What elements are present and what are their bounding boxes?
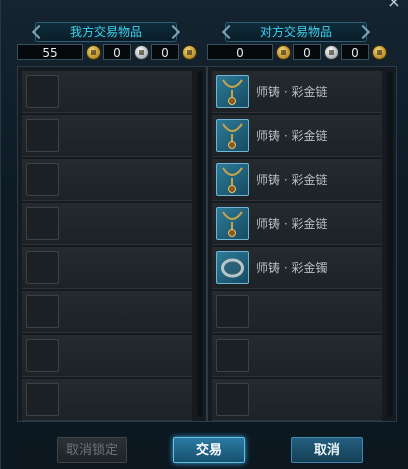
item-name: 师铸 · 彩金链 xyxy=(256,173,328,187)
their-money-row: 0 0 0 xyxy=(207,44,397,62)
empty-slot[interactable] xyxy=(26,207,59,240)
necklace-icon[interactable] xyxy=(216,75,249,108)
my-item-row[interactable] xyxy=(22,71,192,113)
my-item-row[interactable] xyxy=(22,335,192,377)
bracelet-icon[interactable] xyxy=(216,251,249,284)
gold-coin-icon xyxy=(277,46,290,59)
my-money-row: 55 0 0 xyxy=(17,44,207,62)
their-item-list: 师铸 · 彩金链 师铸 · 彩金链 师铸 · 彩金链 师铸 · 彩金链 师铸 ·… xyxy=(207,66,397,422)
their-gold-value: 0 xyxy=(207,44,273,60)
empty-slot[interactable] xyxy=(26,251,59,284)
my-copper-input[interactable]: 0 xyxy=(151,44,179,60)
their-copper-value: 0 xyxy=(341,44,369,60)
their-item-row[interactable]: 师铸 · 彩金镯 xyxy=(212,247,382,289)
empty-slot[interactable] xyxy=(26,295,59,328)
gold-coin-icon xyxy=(87,46,100,59)
item-name: 师铸 · 彩金链 xyxy=(256,129,328,143)
their-silver-value: 0 xyxy=(293,44,321,60)
empty-slot[interactable] xyxy=(216,383,249,416)
my-item-row[interactable] xyxy=(22,379,192,421)
my-item-row[interactable] xyxy=(22,115,192,157)
silver-coin-icon xyxy=(325,46,338,59)
silver-coin-icon xyxy=(135,46,148,59)
unlock-button[interactable]: 取消锁定 xyxy=(57,437,127,463)
their-item-row[interactable] xyxy=(212,335,382,377)
their-item-row[interactable] xyxy=(212,291,382,333)
necklace-icon[interactable] xyxy=(216,119,249,152)
their-item-row[interactable]: 师铸 · 彩金链 xyxy=(212,115,382,157)
necklace-icon[interactable] xyxy=(216,163,249,196)
empty-slot[interactable] xyxy=(26,383,59,416)
empty-slot[interactable] xyxy=(216,295,249,328)
empty-slot[interactable] xyxy=(26,75,59,108)
item-name: 师铸 · 彩金链 xyxy=(256,217,328,231)
my-gold-input[interactable]: 55 xyxy=(17,44,83,60)
cancel-button[interactable]: 取消 xyxy=(291,437,363,463)
my-panel-title: 我方交易物品 xyxy=(35,22,177,42)
their-panel-title: 对方交易物品 xyxy=(225,22,367,42)
their-item-row[interactable]: 师铸 · 彩金链 xyxy=(212,71,382,113)
their-item-row[interactable]: 师铸 · 彩金链 xyxy=(212,159,382,201)
copper-coin-icon xyxy=(373,46,386,59)
my-trade-panel: 我方交易物品 55 0 0 xyxy=(17,18,207,426)
their-item-row[interactable]: 师铸 · 彩金链 xyxy=(212,203,382,245)
my-silver-input[interactable]: 0 xyxy=(103,44,131,60)
item-name: 师铸 · 彩金镯 xyxy=(256,261,328,275)
trade-button[interactable]: 交易 xyxy=(173,437,245,463)
close-button[interactable]: × xyxy=(386,0,402,10)
my-item-row[interactable] xyxy=(22,247,192,289)
scrollbar[interactable] xyxy=(197,71,203,417)
empty-slot[interactable] xyxy=(26,163,59,196)
necklace-icon[interactable] xyxy=(216,207,249,240)
my-item-row[interactable] xyxy=(22,291,192,333)
empty-slot[interactable] xyxy=(26,119,59,152)
item-name: 师铸 · 彩金链 xyxy=(256,85,328,99)
my-item-row[interactable] xyxy=(22,203,192,245)
trade-window: × 我方交易物品 55 0 0 对方交易物品 0 0 0 师铸 · 彩金链 师铸… xyxy=(0,0,408,469)
scrollbar[interactable] xyxy=(387,71,393,417)
empty-slot[interactable] xyxy=(216,339,249,372)
my-item-row[interactable] xyxy=(22,159,192,201)
empty-slot[interactable] xyxy=(26,339,59,372)
my-item-list xyxy=(17,66,207,422)
copper-coin-icon xyxy=(183,46,196,59)
their-trade-panel: 对方交易物品 0 0 0 师铸 · 彩金链 师铸 · 彩金链 师铸 · 彩金链 … xyxy=(207,18,397,426)
their-item-row[interactable] xyxy=(212,379,382,421)
